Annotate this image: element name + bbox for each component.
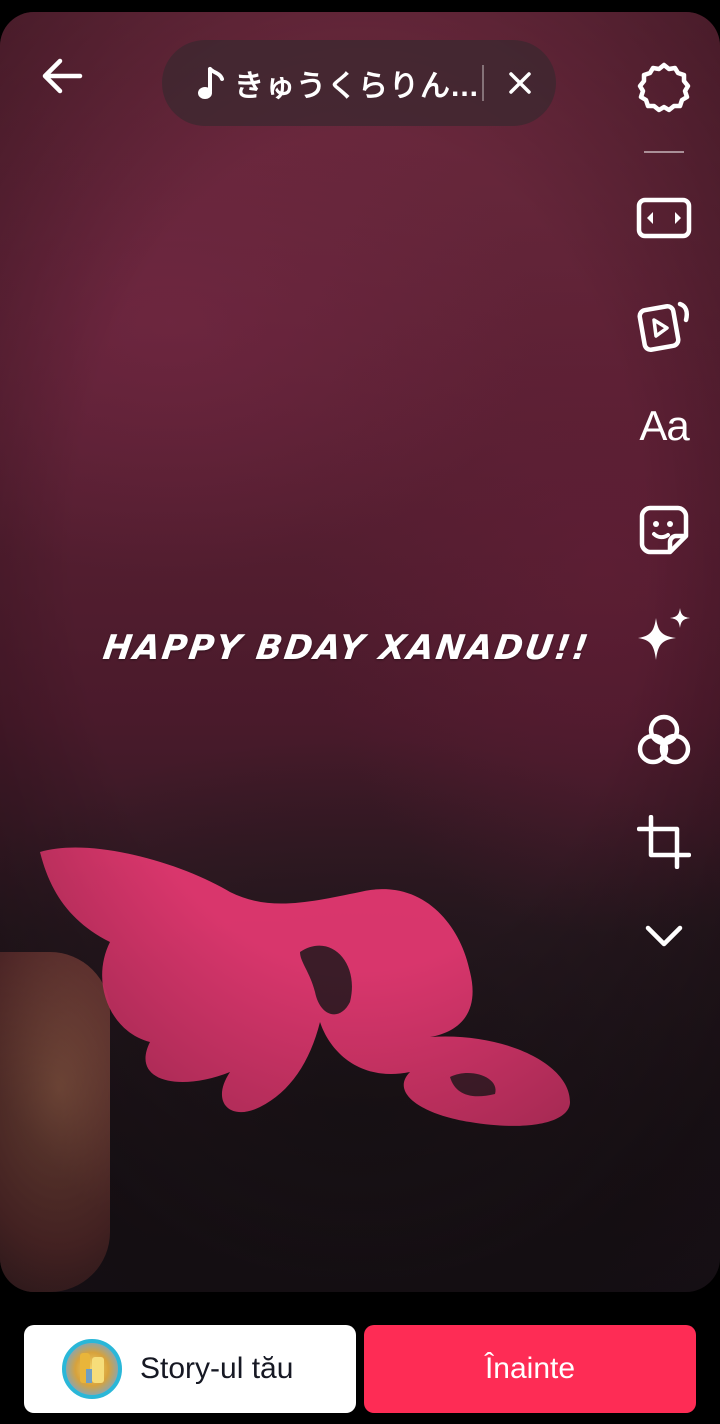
video-clips-icon xyxy=(637,301,689,352)
avatar xyxy=(62,1339,122,1399)
avatar-image xyxy=(80,1353,104,1383)
sparkle-icon xyxy=(638,608,690,660)
filters-button[interactable] xyxy=(632,708,696,772)
text-button[interactable]: Aa xyxy=(632,394,696,458)
filters-icon xyxy=(637,714,691,765)
back-button[interactable] xyxy=(38,52,86,100)
crop-icon xyxy=(637,815,691,869)
next-button[interactable]: Înainte xyxy=(364,1325,696,1413)
music-selector[interactable]: きゅうくらりん... xyxy=(162,40,556,126)
sticker-icon xyxy=(639,505,689,555)
post-to-story-button[interactable]: Story-ul tău xyxy=(24,1325,356,1413)
video-text-overlay[interactable]: HAPPY BDAY XANADU!! xyxy=(98,628,626,688)
music-divider xyxy=(482,65,484,101)
chevron-down-icon xyxy=(645,925,683,947)
arrow-left-icon xyxy=(42,58,83,94)
music-title: きゅうくらりん... xyxy=(234,70,476,103)
remove-music-button[interactable] xyxy=(500,63,540,103)
text-icon: Aa xyxy=(639,402,689,449)
crop-button[interactable] xyxy=(632,810,696,874)
close-icon xyxy=(509,72,531,94)
settings-button[interactable] xyxy=(632,56,696,120)
music-note-icon xyxy=(198,67,224,99)
more-tools-button[interactable] xyxy=(632,904,696,968)
clips-button[interactable] xyxy=(632,292,696,356)
story-label: Story-ul tău xyxy=(140,1352,294,1385)
effects-button[interactable] xyxy=(632,604,696,668)
sticker-button[interactable] xyxy=(632,498,696,562)
gear-icon xyxy=(637,62,691,113)
resize-button[interactable] xyxy=(632,186,696,250)
toolbar-divider xyxy=(644,151,684,153)
aspect-ratio-icon xyxy=(636,197,692,239)
